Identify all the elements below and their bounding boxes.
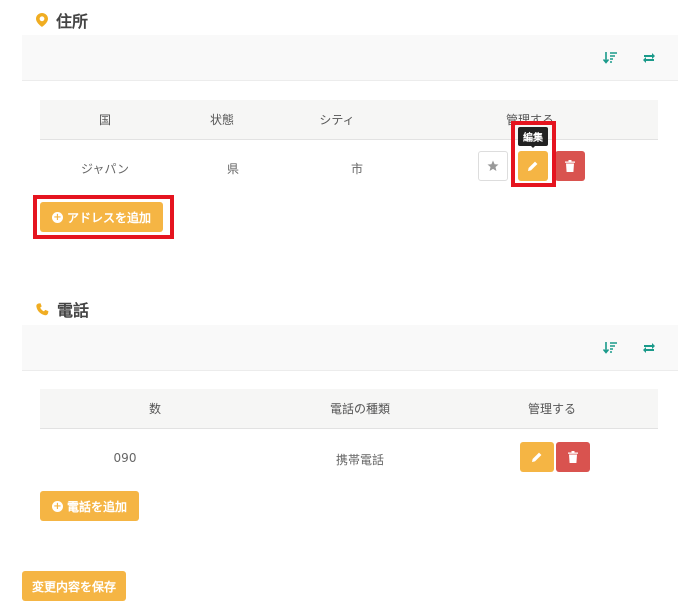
add-phone-label: 電話を追加 [67, 499, 128, 514]
edit-button-highlight [511, 121, 556, 187]
pencil-icon [532, 452, 542, 462]
trash-icon [568, 451, 578, 463]
address-toolbar [22, 35, 678, 81]
favorite-button[interactable] [478, 151, 508, 181]
refresh-icon[interactable] [641, 50, 657, 66]
plus-circle-icon: + [52, 500, 63, 512]
cell-phone-type: 携帯電話 [335, 453, 384, 467]
address-table-header: 国 状態 シティ 管理する [40, 100, 658, 140]
save-changes-button[interactable]: 変更内容を保存 [22, 571, 127, 601]
phone-section-title: 電話 [36, 297, 89, 321]
phone-table-header: 数 電話の種類 管理する [40, 389, 658, 429]
refresh-icon[interactable] [641, 340, 657, 356]
cell-state: 県 [226, 162, 239, 176]
edit-phone-button[interactable] [520, 442, 554, 472]
sort-icon[interactable] [602, 50, 618, 66]
cell-number: 090 [113, 451, 137, 465]
save-changes-label: 変更内容を保存 [32, 579, 117, 594]
delete-phone-button[interactable] [556, 442, 590, 472]
col-phone-type: 電話の種類 [329, 402, 390, 416]
cell-country: ジャパン [80, 162, 129, 176]
address-title-text: 住所 [56, 12, 89, 31]
col-state: 状態 [209, 113, 234, 127]
add-phone-button[interactable]: + 電話を追加 [40, 491, 140, 521]
col-country: 国 [98, 113, 111, 127]
col-number: 数 [148, 402, 161, 416]
phone-icon [36, 302, 49, 316]
add-address-highlight [33, 195, 174, 239]
phone-title-text: 電話 [57, 301, 90, 320]
phone-toolbar [22, 325, 678, 371]
map-pin-icon [36, 13, 48, 27]
col-city: シティ [319, 113, 355, 127]
address-section-title: 住所 [36, 8, 88, 32]
col-manage: 管理する [527, 402, 576, 416]
trash-icon [565, 160, 575, 172]
cell-city: 市 [350, 162, 363, 176]
delete-address-button[interactable] [555, 151, 585, 181]
sort-icon[interactable] [602, 340, 618, 356]
star-icon [487, 160, 499, 171]
